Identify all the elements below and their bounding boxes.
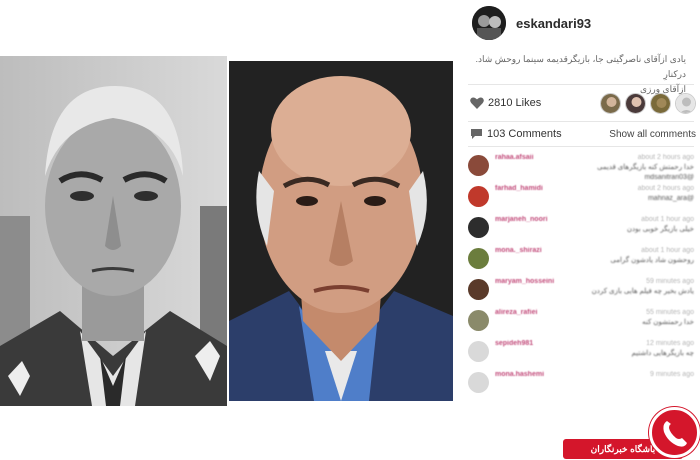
comments-list: rahaa.afsaii about 2 hours ago خدا رحمتش … — [462, 147, 700, 401]
comment-item: farhad_hamidi about 2 hours ago @mahnaz_a… — [468, 184, 694, 215]
post-sidebar: eskandari93 یادی ازآقای ناصرگیتی جا، باز… — [462, 0, 700, 460]
comment-text: خیلی بازیگر خوبی بودن — [626, 226, 694, 233]
comment-time: about 2 hours ago — [637, 185, 694, 192]
comment-time: 9 minutes ago — [650, 371, 694, 378]
comment-item: mona.hashemi 9 minutes ago — [468, 370, 694, 401]
liker-avatar[interactable] — [625, 92, 646, 114]
username[interactable]: eskandari93 — [516, 16, 591, 31]
comment-text: روحشون شاد یادشون گرامی — [610, 257, 694, 264]
comment-username[interactable]: rahaa.afsaii — [495, 153, 534, 163]
commenter-avatar[interactable] — [468, 279, 489, 300]
user-avatar[interactable] — [472, 6, 506, 40]
likers-list — [600, 92, 696, 114]
commenter-avatar[interactable] — [468, 248, 489, 269]
comment-time: 59 minutes ago — [646, 278, 694, 285]
comment-item: mona._shirazi about 1 hour ago روحشون شاد… — [468, 246, 694, 277]
heart-icon[interactable] — [470, 97, 484, 109]
likes-count[interactable]: 2810 Likes — [488, 97, 541, 109]
post-caption: یادی ازآقای ناصرگیتی جا، بازیگرقدیمه سین… — [462, 46, 700, 94]
comment-item: sepideh981 12 minutes ago چه بازیگرهایی د… — [468, 339, 694, 370]
post-photo[interactable] — [0, 56, 455, 406]
comment-text: @mdsanitrari03 — [644, 174, 694, 181]
comment-text: یادش بخیر چه فیلم هایی بازی کردن — [591, 288, 694, 295]
liker-avatar[interactable] — [675, 92, 696, 114]
comment-username[interactable]: mona.hashemi — [495, 370, 544, 380]
instagram-post-screen: eskandari93 یادی ازآقای ناصرگیتی جا، باز… — [0, 0, 700, 460]
show-all-comments-link[interactable]: Show all comments — [609, 129, 696, 140]
commenter-avatar[interactable] — [468, 341, 489, 362]
comment-item: maryam_hosseini 59 minutes ago یادش بخیر … — [468, 277, 694, 308]
phone-receiver-icon — [662, 420, 687, 447]
photo-elderly-portrait — [229, 61, 453, 401]
comment-item: alireza_rafiei 55 minutes ago خدا رحمتشون… — [468, 308, 694, 339]
comment-icon[interactable] — [470, 128, 483, 140]
comment-text: چه بازیگرهایی داشتیم — [631, 350, 694, 357]
comment-item: rahaa.afsaii about 2 hours ago خدا رحمتش … — [468, 153, 694, 184]
caption-line: یادی ازآقای ناصرگیتی جا، بازیگرقدیمه سین… — [475, 54, 686, 79]
comments-header: 103 Comments Show all comments — [462, 122, 700, 146]
comment-username[interactable]: farhad_hamidi — [495, 184, 543, 194]
watermark-logo: باشگاه خبرنگاران — [563, 405, 700, 460]
comment-username[interactable]: mona._shirazi — [495, 246, 542, 256]
comment-time: 55 minutes ago — [646, 309, 694, 316]
comment-time: 12 minutes ago — [646, 340, 694, 347]
comment-username[interactable]: marjaneh_noori — [495, 215, 548, 225]
comment-text: خدا رحمتشون کنه — [642, 319, 694, 326]
comment-time: about 1 hour ago — [641, 216, 694, 223]
comment-username[interactable]: sepideh981 — [495, 339, 533, 349]
commenter-avatar[interactable] — [468, 310, 489, 331]
comments-count: 103 Comments — [487, 128, 562, 140]
comment-text: خدا رحمتش کنه بازیگرهای قدیمی — [596, 164, 694, 171]
commenter-avatar[interactable] — [468, 186, 489, 207]
comment-username[interactable]: alireza_rafiei — [495, 308, 537, 318]
comment-item: marjaneh_noori about 1 hour ago خیلی بازی… — [468, 215, 694, 246]
post-header: eskandari93 — [462, 0, 700, 46]
photo-old-portrait — [0, 56, 227, 406]
commenter-avatar[interactable] — [468, 155, 489, 176]
comment-time: about 1 hour ago — [641, 247, 694, 254]
comment-text: @mahnaz_ara — [647, 195, 694, 202]
comment-username[interactable]: maryam_hosseini — [495, 277, 554, 287]
liker-avatar[interactable] — [600, 92, 621, 114]
watermark-badge-icon — [649, 407, 700, 458]
commenter-avatar[interactable] — [468, 217, 489, 238]
commenter-avatar[interactable] — [468, 372, 489, 393]
liker-avatar[interactable] — [650, 92, 671, 114]
avatar-photo-icon — [472, 6, 506, 40]
comment-time: about 2 hours ago — [637, 154, 694, 161]
